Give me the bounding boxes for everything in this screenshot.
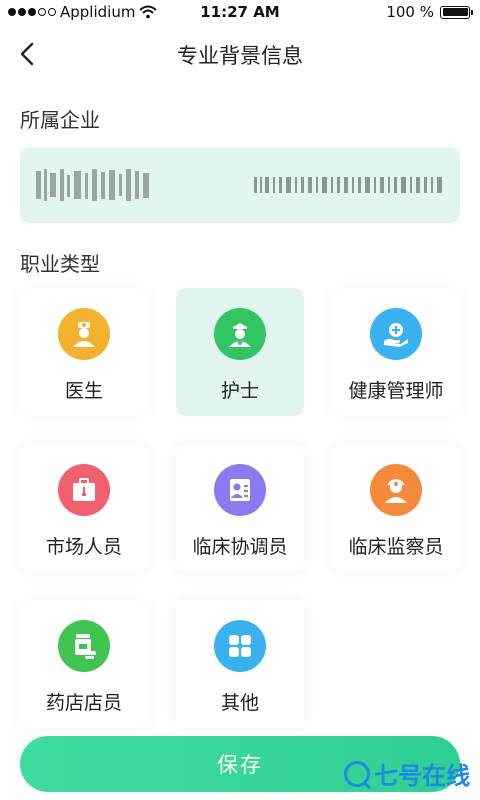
profession-tile-other[interactable]: 其他 [176,600,304,728]
profession-tile-pharmacy-clerk[interactable]: 药店店员 [20,600,148,728]
status-bar: Applidium 11:27 AM 100 % [0,0,480,26]
profession-tile-health-manager[interactable]: 健康管理师 [332,288,460,416]
briefcase-icon [58,464,110,516]
profession-label: 临床协调员 [192,536,288,558]
profession-label: 健康管理师 [348,380,444,402]
redacted-company-name [36,169,149,201]
watermark-logo: 七号在线 [344,756,470,791]
coordinator-icon [214,464,266,516]
profession-label: 临床监察员 [348,536,444,558]
watermark-text: 七号在线 [374,762,470,790]
profession-label: 市场人员 [45,536,122,558]
company-section-label: 所属企业 [20,108,100,132]
profession-label: 护士 [220,380,259,402]
battery-percent: 100 % [386,3,434,21]
profession-tile-doctor[interactable]: 医生 [20,288,148,416]
profession-section-label: 职业类型 [20,252,100,276]
profession-tile-nurse[interactable]: 护士 [176,288,304,416]
page-title: 专业背景信息 [177,44,303,68]
pharmacy-icon [58,620,110,672]
health-care-icon [370,308,422,360]
profession-tile-clinical-coordinator[interactable]: 临床协调员 [176,444,304,572]
doctor-icon [58,308,110,360]
redacted-company-code [254,177,442,193]
navigation-bar: 专业背景信息 [0,28,480,82]
profession-tile-marketing[interactable]: 市场人员 [20,444,148,572]
grid-icon [214,620,266,672]
profession-label: 医生 [64,380,103,402]
battery-icon [440,5,473,19]
profession-label: 其他 [220,692,259,714]
company-field[interactable] [20,147,460,223]
nurse-icon [214,308,266,360]
monitor-icon [370,464,422,516]
search-logo-icon [344,760,370,787]
profession-tile-clinical-monitor[interactable]: 临床监察员 [332,444,460,572]
status-right: 100 % [386,3,473,21]
profession-label: 药店店员 [45,692,122,714]
